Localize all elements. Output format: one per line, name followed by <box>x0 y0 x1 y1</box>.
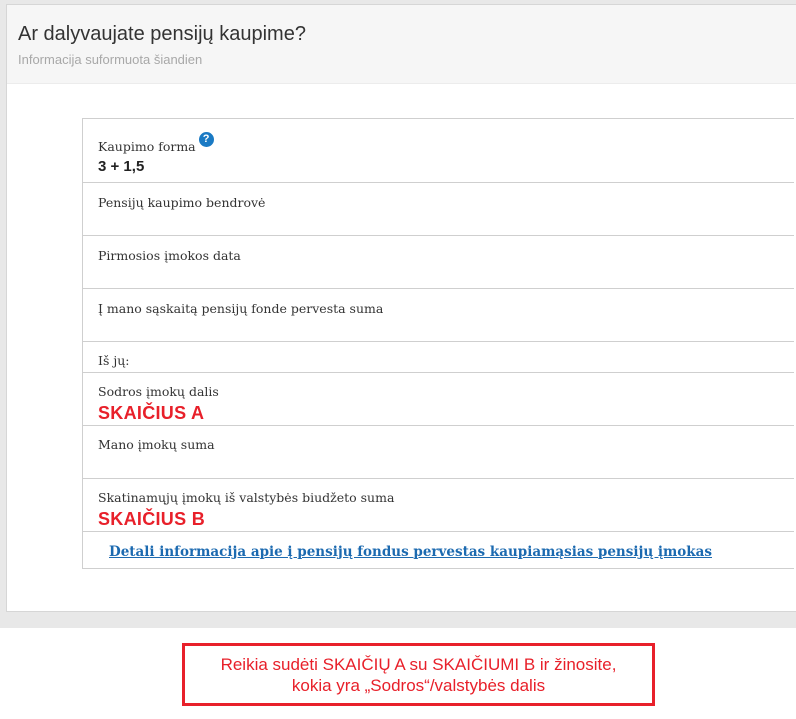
row-sodros-dalis: Sodros įmokų dalis SKAIČIUS A <box>83 373 794 426</box>
note-line-1: Reikia sudėti SKAIČIŲ A su SKAIČIUMI B i… <box>220 654 617 674</box>
kaupimo-forma-label: Kaupimo forma <box>98 139 196 154</box>
detail-info-link[interactable]: Detali informacija apie į pensijų fondus… <box>109 544 712 560</box>
skaicius-b-value: SKAIČIUS B <box>98 509 206 529</box>
is-ju-label: Iš jų: <box>98 353 130 368</box>
row-mano-suma: Mano įmokų suma <box>83 426 794 479</box>
row-is-ju: Iš jų: <box>83 342 794 373</box>
row-bendrove: Pensijų kaupimo bendrovė <box>83 183 794 236</box>
row-detail-link: Detali informacija apie į pensijų fondus… <box>83 532 794 568</box>
row-skatinamuju: Skatinamųjų įmokų iš valstybės biudžeto … <box>83 479 794 532</box>
row-pervesta-suma: Į mano sąskaitą pensijų fonde pervesta s… <box>83 289 794 342</box>
panel-subtitle: Informacija suformuota šiandien <box>18 52 203 67</box>
bendrove-label: Pensijų kaupimo bendrovė <box>98 195 266 210</box>
question-circle-icon[interactable]: ? <box>198 132 214 147</box>
pirmosios-data-label: Pirmosios įmokos data <box>98 248 241 263</box>
note-line-2: kokia yra „Sodros“/valstybės dalis <box>291 675 546 695</box>
mano-suma-label: Mano įmokų suma <box>98 437 215 452</box>
skatinamuju-label: Skatinamųjų įmokų iš valstybės biudžeto … <box>98 490 395 505</box>
instruction-note: Reikia sudėti SKAIČIŲ A su SKAIČIUMI B i… <box>182 643 655 706</box>
pension-info-card: Kaupimo forma? 3 + 1,5 Pensijų kaupimo b… <box>82 118 794 569</box>
panel-header: Ar dalyvaujate pensijų kaupime? Informac… <box>7 5 796 84</box>
skaicius-a-value: SKAIČIUS A <box>98 403 205 423</box>
row-pirmosios-data: Pirmosios įmokos data <box>83 236 794 289</box>
panel-title: Ar dalyvaujate pensijų kaupime? <box>18 23 306 45</box>
kaupimo-forma-value: 3 + 1,5 <box>98 158 145 175</box>
pervesta-suma-label: Į mano sąskaitą pensijų fonde pervesta s… <box>98 301 384 316</box>
row-kaupimo-forma: Kaupimo forma? 3 + 1,5 <box>83 119 794 183</box>
sodros-dalis-label: Sodros įmokų dalis <box>98 384 219 399</box>
